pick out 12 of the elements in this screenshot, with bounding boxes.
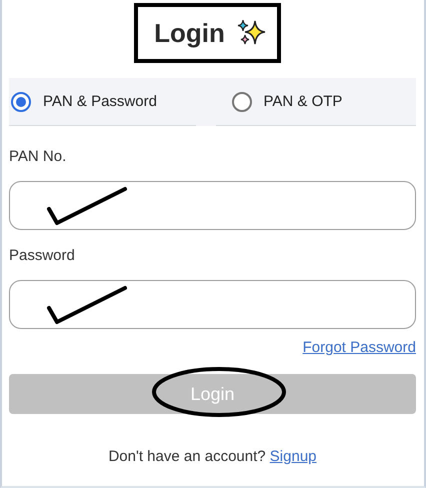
- field-label: Password: [9, 247, 76, 264]
- radio-label[interactable]: PAN & OTP: [264, 93, 342, 110]
- signup-link[interactable]: Signup: [270, 448, 317, 465]
- forgot-password-link[interactable]: Forgot Password: [302, 339, 416, 356]
- radio-label[interactable]: PAN & Password: [43, 93, 157, 110]
- signup-prompt: Don't have an account?: [108, 448, 266, 465]
- radio-button[interactable]: [11, 92, 31, 112]
- radio-button[interactable]: [232, 92, 252, 112]
- input-field[interactable]: [9, 280, 416, 329]
- input-field[interactable]: [9, 181, 416, 230]
- field-label: PAN No.: [9, 148, 68, 165]
- page-title: Login: [154, 18, 225, 48]
